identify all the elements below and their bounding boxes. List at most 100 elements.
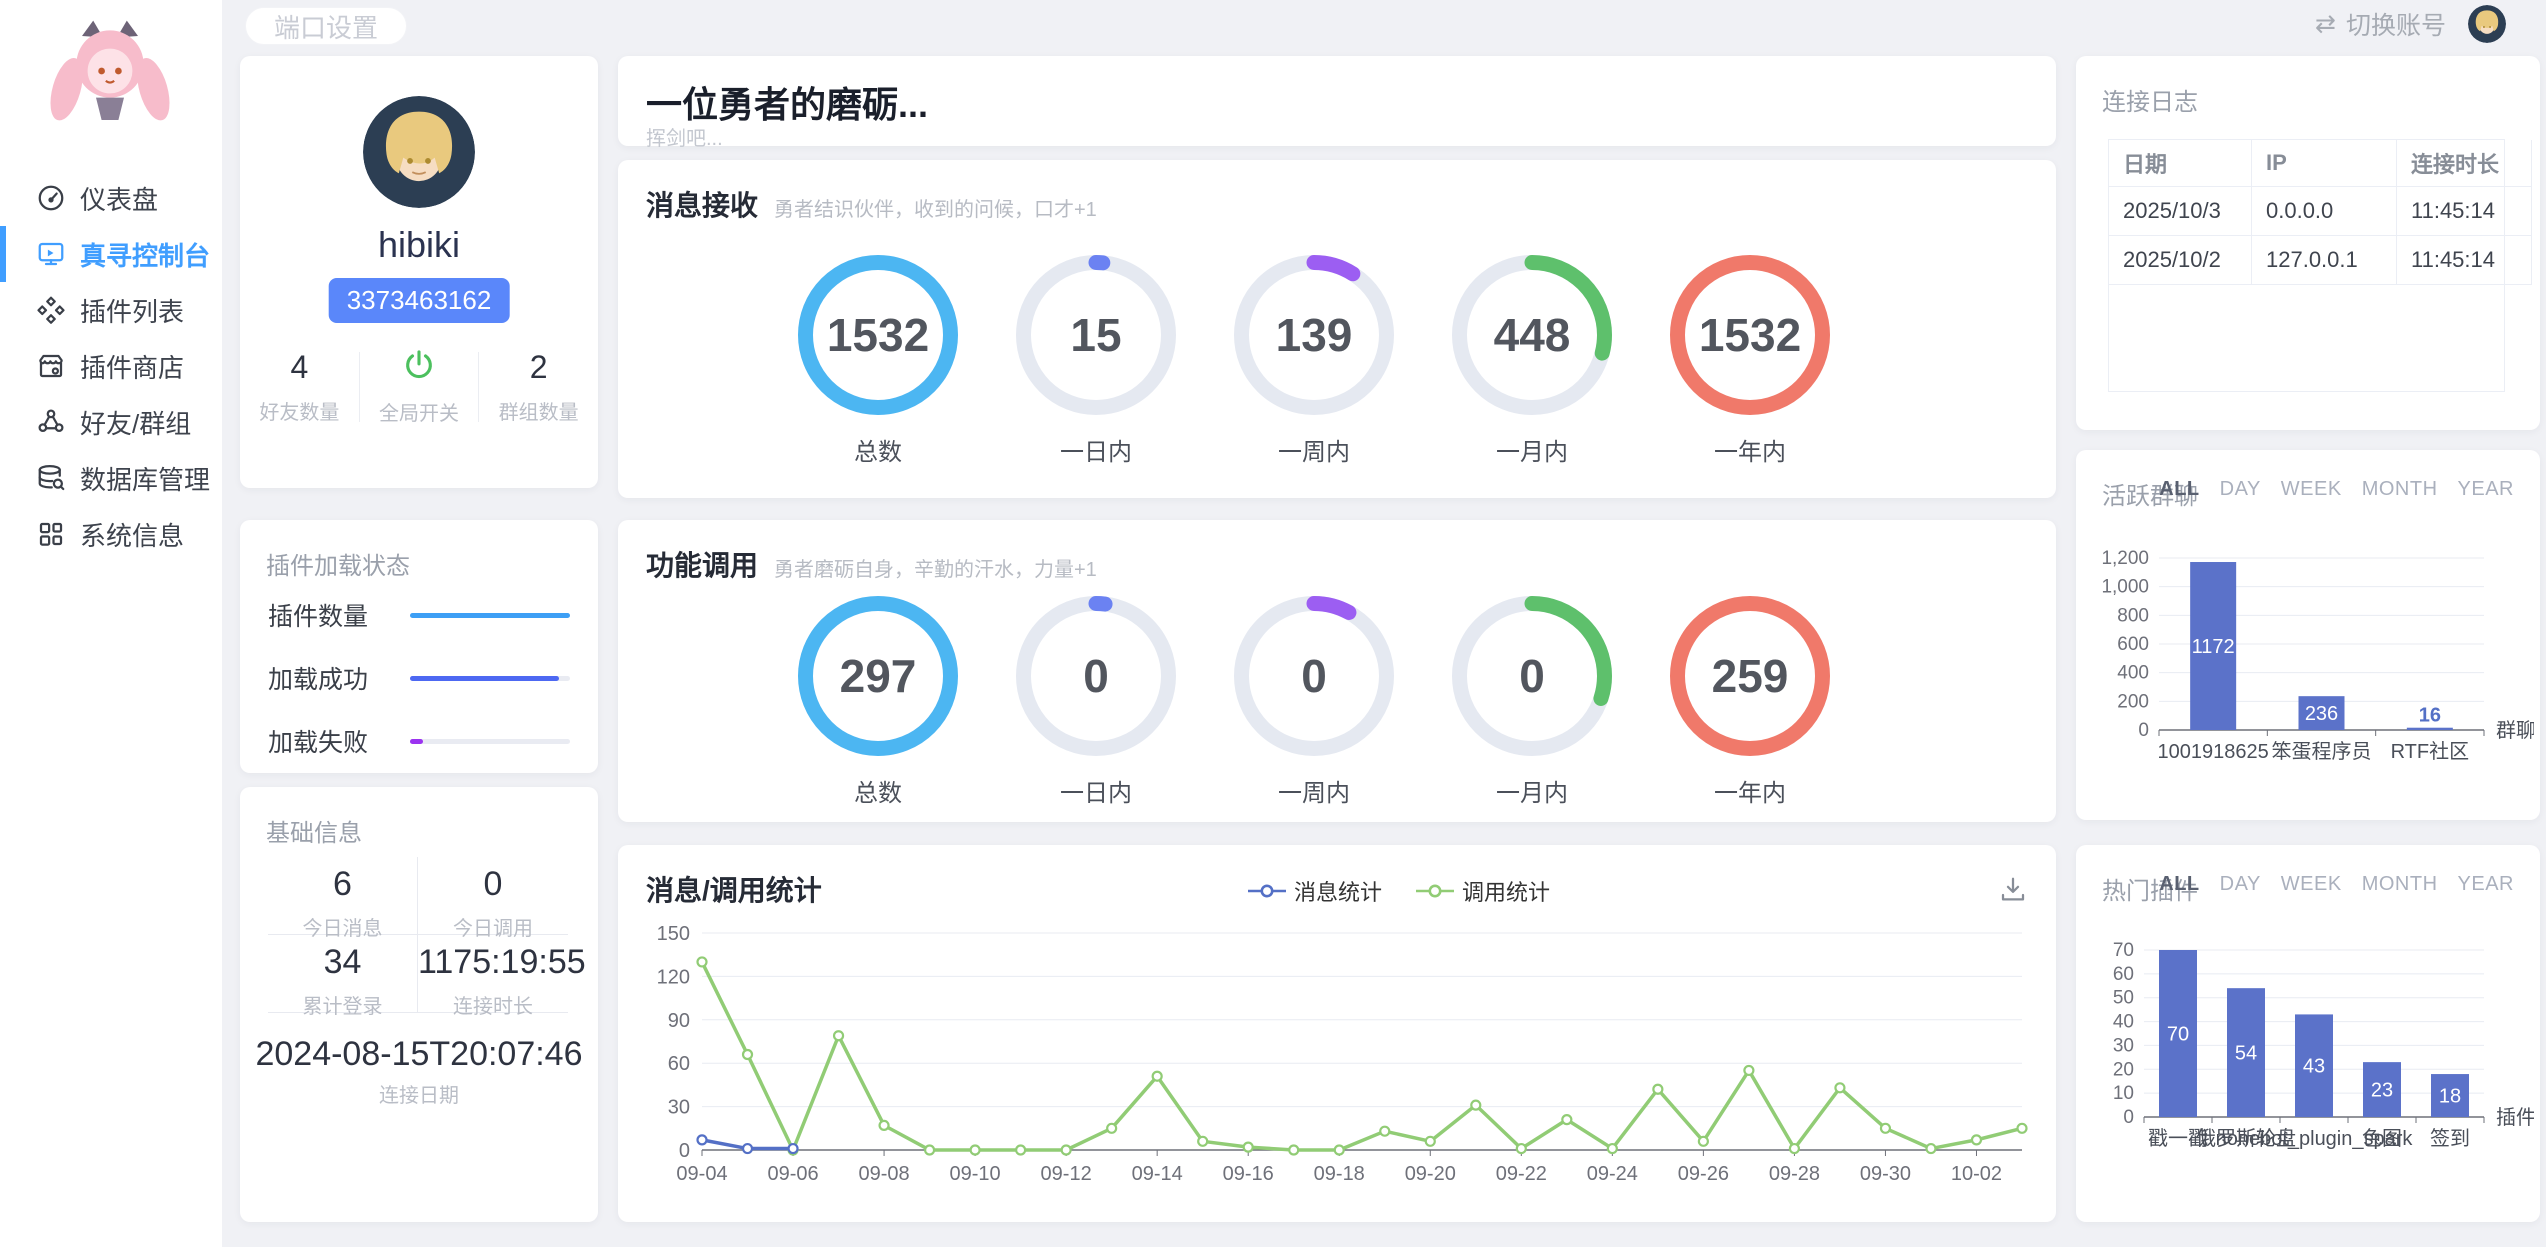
power-icon[interactable] (402, 348, 436, 382)
stat-label: 群组数量 (479, 396, 598, 425)
svg-text:43: 43 (2303, 1056, 2325, 1078)
ring-value: 15 (1016, 255, 1176, 415)
basic-info-title: 基础信息 (266, 813, 362, 848)
svg-text:09-24: 09-24 (1587, 1163, 1638, 1185)
log-cell: 127.0.0.1 (2252, 236, 2397, 285)
sidebar-item-2[interactable]: 插件列表 (0, 282, 222, 338)
svg-text:150: 150 (657, 923, 690, 945)
svg-text:23: 23 (2371, 1080, 2393, 1102)
profile-stats: 4好友数量全局开关2群组数量 (240, 348, 598, 426)
active-groups-card: 活跃群聊 ALLDAYWEEKMONTHYEAR 02004006008001,… (2076, 450, 2540, 820)
svg-text:10: 10 (2113, 1083, 2134, 1104)
svg-text:236: 236 (2305, 703, 2338, 725)
svg-text:50: 50 (2113, 988, 2134, 1009)
info-cell-2: 34累计登录 (268, 935, 418, 1013)
ring-label: 一年内 (1670, 773, 1830, 808)
sidebar-item-0[interactable]: 仪表盘 (0, 170, 222, 226)
stat-ring-一周内: 139 (1234, 255, 1394, 415)
svg-text:09-12: 09-12 (1041, 1163, 1092, 1185)
svg-text:09-08: 09-08 (858, 1163, 909, 1185)
console-icon (36, 239, 66, 269)
legend-item-调用统计[interactable]: 调用统计 (1416, 875, 1550, 907)
hot-plugins-chart: 01020304050607070戳一戳54俄罗斯轮盘43nonebot_plu… (2084, 920, 2534, 1160)
progress-label: 插件数量 (268, 597, 386, 633)
topbar-avatar[interactable] (2468, 5, 2506, 43)
svg-text:1172: 1172 (2192, 636, 2235, 658)
svg-text:1,200: 1,200 (2101, 548, 2149, 569)
basic-info-grid: 6今日消息0今日调用34累计登录1175:19:55连接时长 (268, 857, 570, 1013)
svg-text:16: 16 (2419, 705, 2441, 727)
tab-year[interactable]: YEAR (2458, 873, 2514, 896)
sidebar: 仪表盘真寻控制台插件列表插件商店好友/群组数据库管理系统信息 (0, 0, 222, 1247)
tab-day[interactable]: DAY (2220, 873, 2261, 896)
tab-month[interactable]: MONTH (2362, 478, 2438, 501)
download-icon[interactable] (1998, 875, 2028, 905)
hot-plugins-tabs: ALL DAY WEEK MONTH YEAR (2159, 873, 2514, 896)
svg-text:09-04: 09-04 (676, 1163, 727, 1185)
sidebar-item-label: 系统信息 (80, 516, 184, 553)
tab-week[interactable]: WEEK (2281, 873, 2342, 896)
port-settings-button[interactable]: 端口设置 (245, 7, 407, 45)
tab-all[interactable]: ALL (2159, 478, 2199, 501)
ring-label: 总数 (798, 432, 958, 467)
svg-text:签到: 签到 (2430, 1127, 2470, 1150)
tab-day[interactable]: DAY (2220, 478, 2261, 501)
stats-chart-card: 消息/调用统计 消息统计调用统计 030609012015009-0409-06… (618, 845, 2056, 1222)
log-cell: 2025/10/2 (2109, 236, 2252, 285)
active-groups-tabs: ALL DAY WEEK MONTH YEAR (2159, 478, 2514, 501)
stat-ring-一日内: 0 (1016, 596, 1176, 756)
svg-text:30: 30 (2113, 1035, 2134, 1056)
svg-text:插件: 插件 (2496, 1106, 2534, 1129)
legend-label: 消息统计 (1294, 875, 1382, 907)
ring-label: 一日内 (1016, 432, 1176, 467)
ring-value: 0 (1452, 596, 1612, 756)
svg-text:70: 70 (2113, 940, 2134, 961)
sidebar-item-label: 数据库管理 (80, 460, 210, 497)
svg-text:60: 60 (2113, 964, 2134, 985)
switch-account-button[interactable]: ⇄ 切换账号 (2315, 0, 2446, 48)
svg-text:09-06: 09-06 (767, 1163, 818, 1185)
chart-legend: 消息统计 调用统计 (1248, 875, 1550, 907)
ring-label: 一日内 (1016, 773, 1176, 808)
tab-all[interactable]: ALL (2159, 873, 2199, 896)
svg-text:18: 18 (2439, 1086, 2461, 1108)
plugin-progress-row-0: 插件数量 (268, 600, 570, 630)
progress-track (410, 676, 570, 681)
connection-log-card: 连接日志 日期IP连接时长2025/10/30.0.0.011:45:14202… (2076, 56, 2540, 430)
sidebar-item-1[interactable]: 真寻控制台 (0, 226, 222, 282)
svg-text:09-22: 09-22 (1496, 1163, 1547, 1185)
sidebar-item-3[interactable]: 插件商店 (0, 338, 222, 394)
tab-year[interactable]: YEAR (2458, 478, 2514, 501)
svg-text:20: 20 (2113, 1059, 2134, 1080)
topbar: 端口设置 ⇄ 切换账号 (222, 0, 2546, 48)
stat-ring-一周内: 0 (1234, 596, 1394, 756)
svg-text:群聊: 群聊 (2496, 719, 2534, 742)
database-icon (36, 463, 66, 493)
sidebar-item-6[interactable]: 系统信息 (0, 506, 222, 562)
stat-ring-总数: 1532 (798, 255, 958, 415)
tab-month[interactable]: MONTH (2362, 873, 2438, 896)
log-cell: 11:45:14 (2397, 187, 2532, 236)
tab-week[interactable]: WEEK (2281, 478, 2342, 501)
function-call-title: 功能调用 (646, 544, 758, 584)
hero-card: 一位勇者的磨砺... 挥剑吧... (618, 56, 2056, 146)
log-col-header: 连接时长 (2397, 140, 2532, 187)
message-receive-card: 消息接收 勇者结识伙伴，收到的问候，口才+1 1532总数15一日内139一周内… (618, 160, 2056, 498)
svg-text:30: 30 (668, 1097, 690, 1119)
log-row: 2025/10/30.0.0.011:45:14 (2109, 187, 2532, 236)
stat-ring-一月内: 448 (1452, 255, 1612, 415)
svg-text:0: 0 (2123, 1107, 2134, 1128)
friends-icon (36, 407, 66, 437)
legend-item-消息统计[interactable]: 消息统计 (1248, 875, 1382, 907)
profile-name: hibiki (240, 224, 598, 266)
system-icon (36, 519, 66, 549)
svg-text:40: 40 (2113, 1012, 2134, 1033)
ring-label: 一月内 (1452, 773, 1612, 808)
plugin-status-card: 插件加载状态 插件数量加载成功加载失败 (240, 520, 598, 773)
progress-track (410, 613, 570, 618)
svg-text:09-20: 09-20 (1405, 1163, 1456, 1185)
stat-ring-一年内: 259 (1670, 596, 1830, 756)
ring-label: 一周内 (1234, 773, 1394, 808)
sidebar-item-4[interactable]: 好友/群组 (0, 394, 222, 450)
sidebar-item-5[interactable]: 数据库管理 (0, 450, 222, 506)
